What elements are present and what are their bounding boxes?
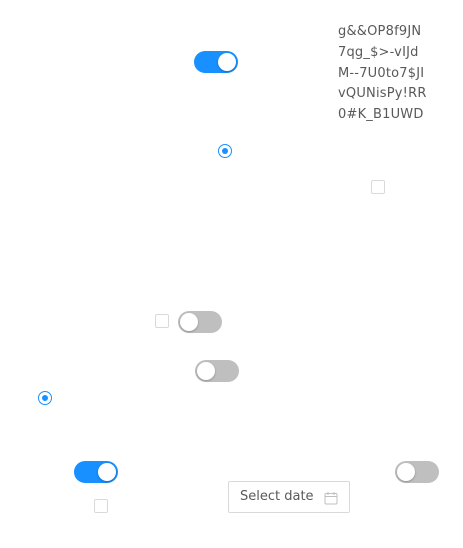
toggle-knob [397, 463, 415, 481]
checkbox-3[interactable] [94, 499, 108, 513]
radio-dot [222, 148, 228, 154]
radio-button-2[interactable] [38, 391, 52, 405]
toggle-knob [180, 313, 198, 331]
toggle-switch-1[interactable] [194, 51, 238, 73]
checkbox-1[interactable] [371, 180, 385, 194]
toggle-knob [98, 463, 116, 481]
radio-dot [42, 395, 48, 401]
checkbox-2[interactable] [155, 314, 169, 328]
toggle-knob [218, 53, 236, 71]
toggle-switch-2[interactable] [178, 311, 222, 333]
text-block: g&&OP8f9JN7qg_$>-vIJdM--7U0to7$JIvQUNisP… [338, 24, 427, 123]
radio-button-1[interactable] [218, 144, 232, 158]
toggle-switch-3[interactable] [195, 360, 239, 382]
date-picker[interactable]: Select date [228, 481, 350, 513]
toggle-switch-5[interactable] [395, 461, 439, 483]
calendar-icon [324, 492, 338, 505]
date-picker-placeholder: Select date [240, 489, 314, 504]
toggle-knob [197, 362, 215, 380]
toggle-switch-4[interactable] [74, 461, 118, 483]
